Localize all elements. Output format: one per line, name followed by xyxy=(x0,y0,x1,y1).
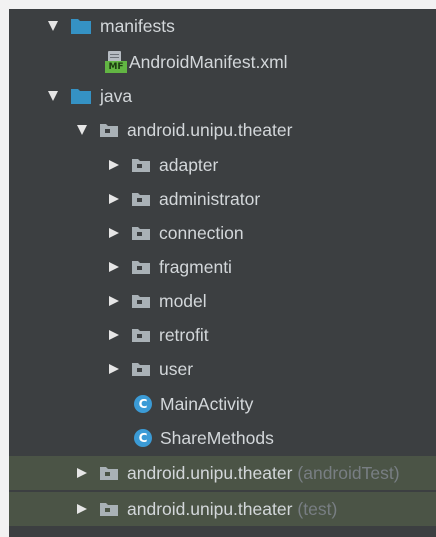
tree-label-java: java xyxy=(100,85,133,106)
collapsed-arrow-icon[interactable] xyxy=(77,468,87,478)
tree-suffix-test: (test) xyxy=(297,498,338,519)
collapsed-arrow-icon[interactable] xyxy=(109,330,119,340)
folder-icon xyxy=(71,89,91,104)
tree-row-administrator[interactable]: administrator xyxy=(9,182,436,216)
manifest-file-icon: MF xyxy=(105,51,127,73)
tree-label-administrator: administrator xyxy=(159,188,261,209)
package-icon xyxy=(132,295,150,308)
tree-row-java[interactable]: java xyxy=(9,79,436,113)
tree-label-user: user xyxy=(159,358,194,379)
package-icon xyxy=(132,261,150,274)
tree-label-retrofit: retrofit xyxy=(159,324,209,345)
tree-row-package-android-test[interactable]: android.unipu.theater (androidTest) xyxy=(9,456,436,490)
tree-row-retrofit[interactable]: retrofit xyxy=(9,318,436,352)
tree-label-package-test: android.unipu.theater xyxy=(127,498,293,519)
tree-suffix-android-test: (androidTest) xyxy=(297,462,400,483)
package-icon xyxy=(132,227,150,240)
tree-row-share-methods[interactable]: C ShareMethods xyxy=(9,421,436,455)
folder-icon xyxy=(71,19,91,34)
collapsed-arrow-icon[interactable] xyxy=(109,160,119,170)
collapsed-arrow-icon[interactable] xyxy=(109,364,119,374)
tree-label-fragmenti: fragmenti xyxy=(159,256,232,277)
class-icon: C xyxy=(134,429,152,447)
tree-row-package-main[interactable]: android.unipu.theater xyxy=(9,113,436,147)
tree-label-main-activity: MainActivity xyxy=(160,393,254,414)
expanded-arrow-icon[interactable] xyxy=(48,21,58,31)
tree-row-user[interactable]: user xyxy=(9,352,436,386)
package-icon xyxy=(132,363,150,376)
collapsed-arrow-icon[interactable] xyxy=(109,194,119,204)
tree-label-android-manifest: AndroidManifest.xml xyxy=(129,51,288,72)
project-tree-panel: manifests MF AndroidManifest.xml java an… xyxy=(9,9,436,537)
expanded-arrow-icon[interactable] xyxy=(48,91,58,101)
package-icon xyxy=(100,467,118,480)
collapsed-arrow-icon[interactable] xyxy=(109,262,119,272)
tree-label-manifests: manifests xyxy=(100,15,175,36)
tree-row-main-activity[interactable]: C MainActivity xyxy=(9,387,436,421)
collapsed-arrow-icon[interactable] xyxy=(109,296,119,306)
tree-row-adapter[interactable]: adapter xyxy=(9,148,436,182)
collapsed-arrow-icon[interactable] xyxy=(77,504,87,514)
tree-row-fragmenti[interactable]: fragmenti xyxy=(9,250,436,284)
tree-label-share-methods: ShareMethods xyxy=(160,427,274,448)
tree-row-manifests[interactable]: manifests xyxy=(9,9,436,43)
tree-row-model[interactable]: model xyxy=(9,284,436,318)
package-icon xyxy=(132,159,150,172)
package-icon xyxy=(132,329,150,342)
collapsed-arrow-icon[interactable] xyxy=(109,228,119,238)
tree-label-adapter: adapter xyxy=(159,154,219,175)
tree-label-model: model xyxy=(159,290,207,311)
tree-row-connection[interactable]: connection xyxy=(9,216,436,250)
tree-label-package-main: android.unipu.theater xyxy=(127,119,293,140)
tree-row-android-manifest[interactable]: MF AndroidManifest.xml xyxy=(9,45,436,79)
expanded-arrow-icon[interactable] xyxy=(77,125,87,135)
package-icon xyxy=(100,503,118,516)
tree-label-package-android-test: android.unipu.theater xyxy=(127,462,293,483)
tree-label-connection: connection xyxy=(159,222,244,243)
class-icon: C xyxy=(134,395,152,413)
package-icon xyxy=(132,193,150,206)
tree-row-package-test[interactable]: android.unipu.theater (test) xyxy=(9,492,436,526)
package-icon xyxy=(100,124,118,137)
